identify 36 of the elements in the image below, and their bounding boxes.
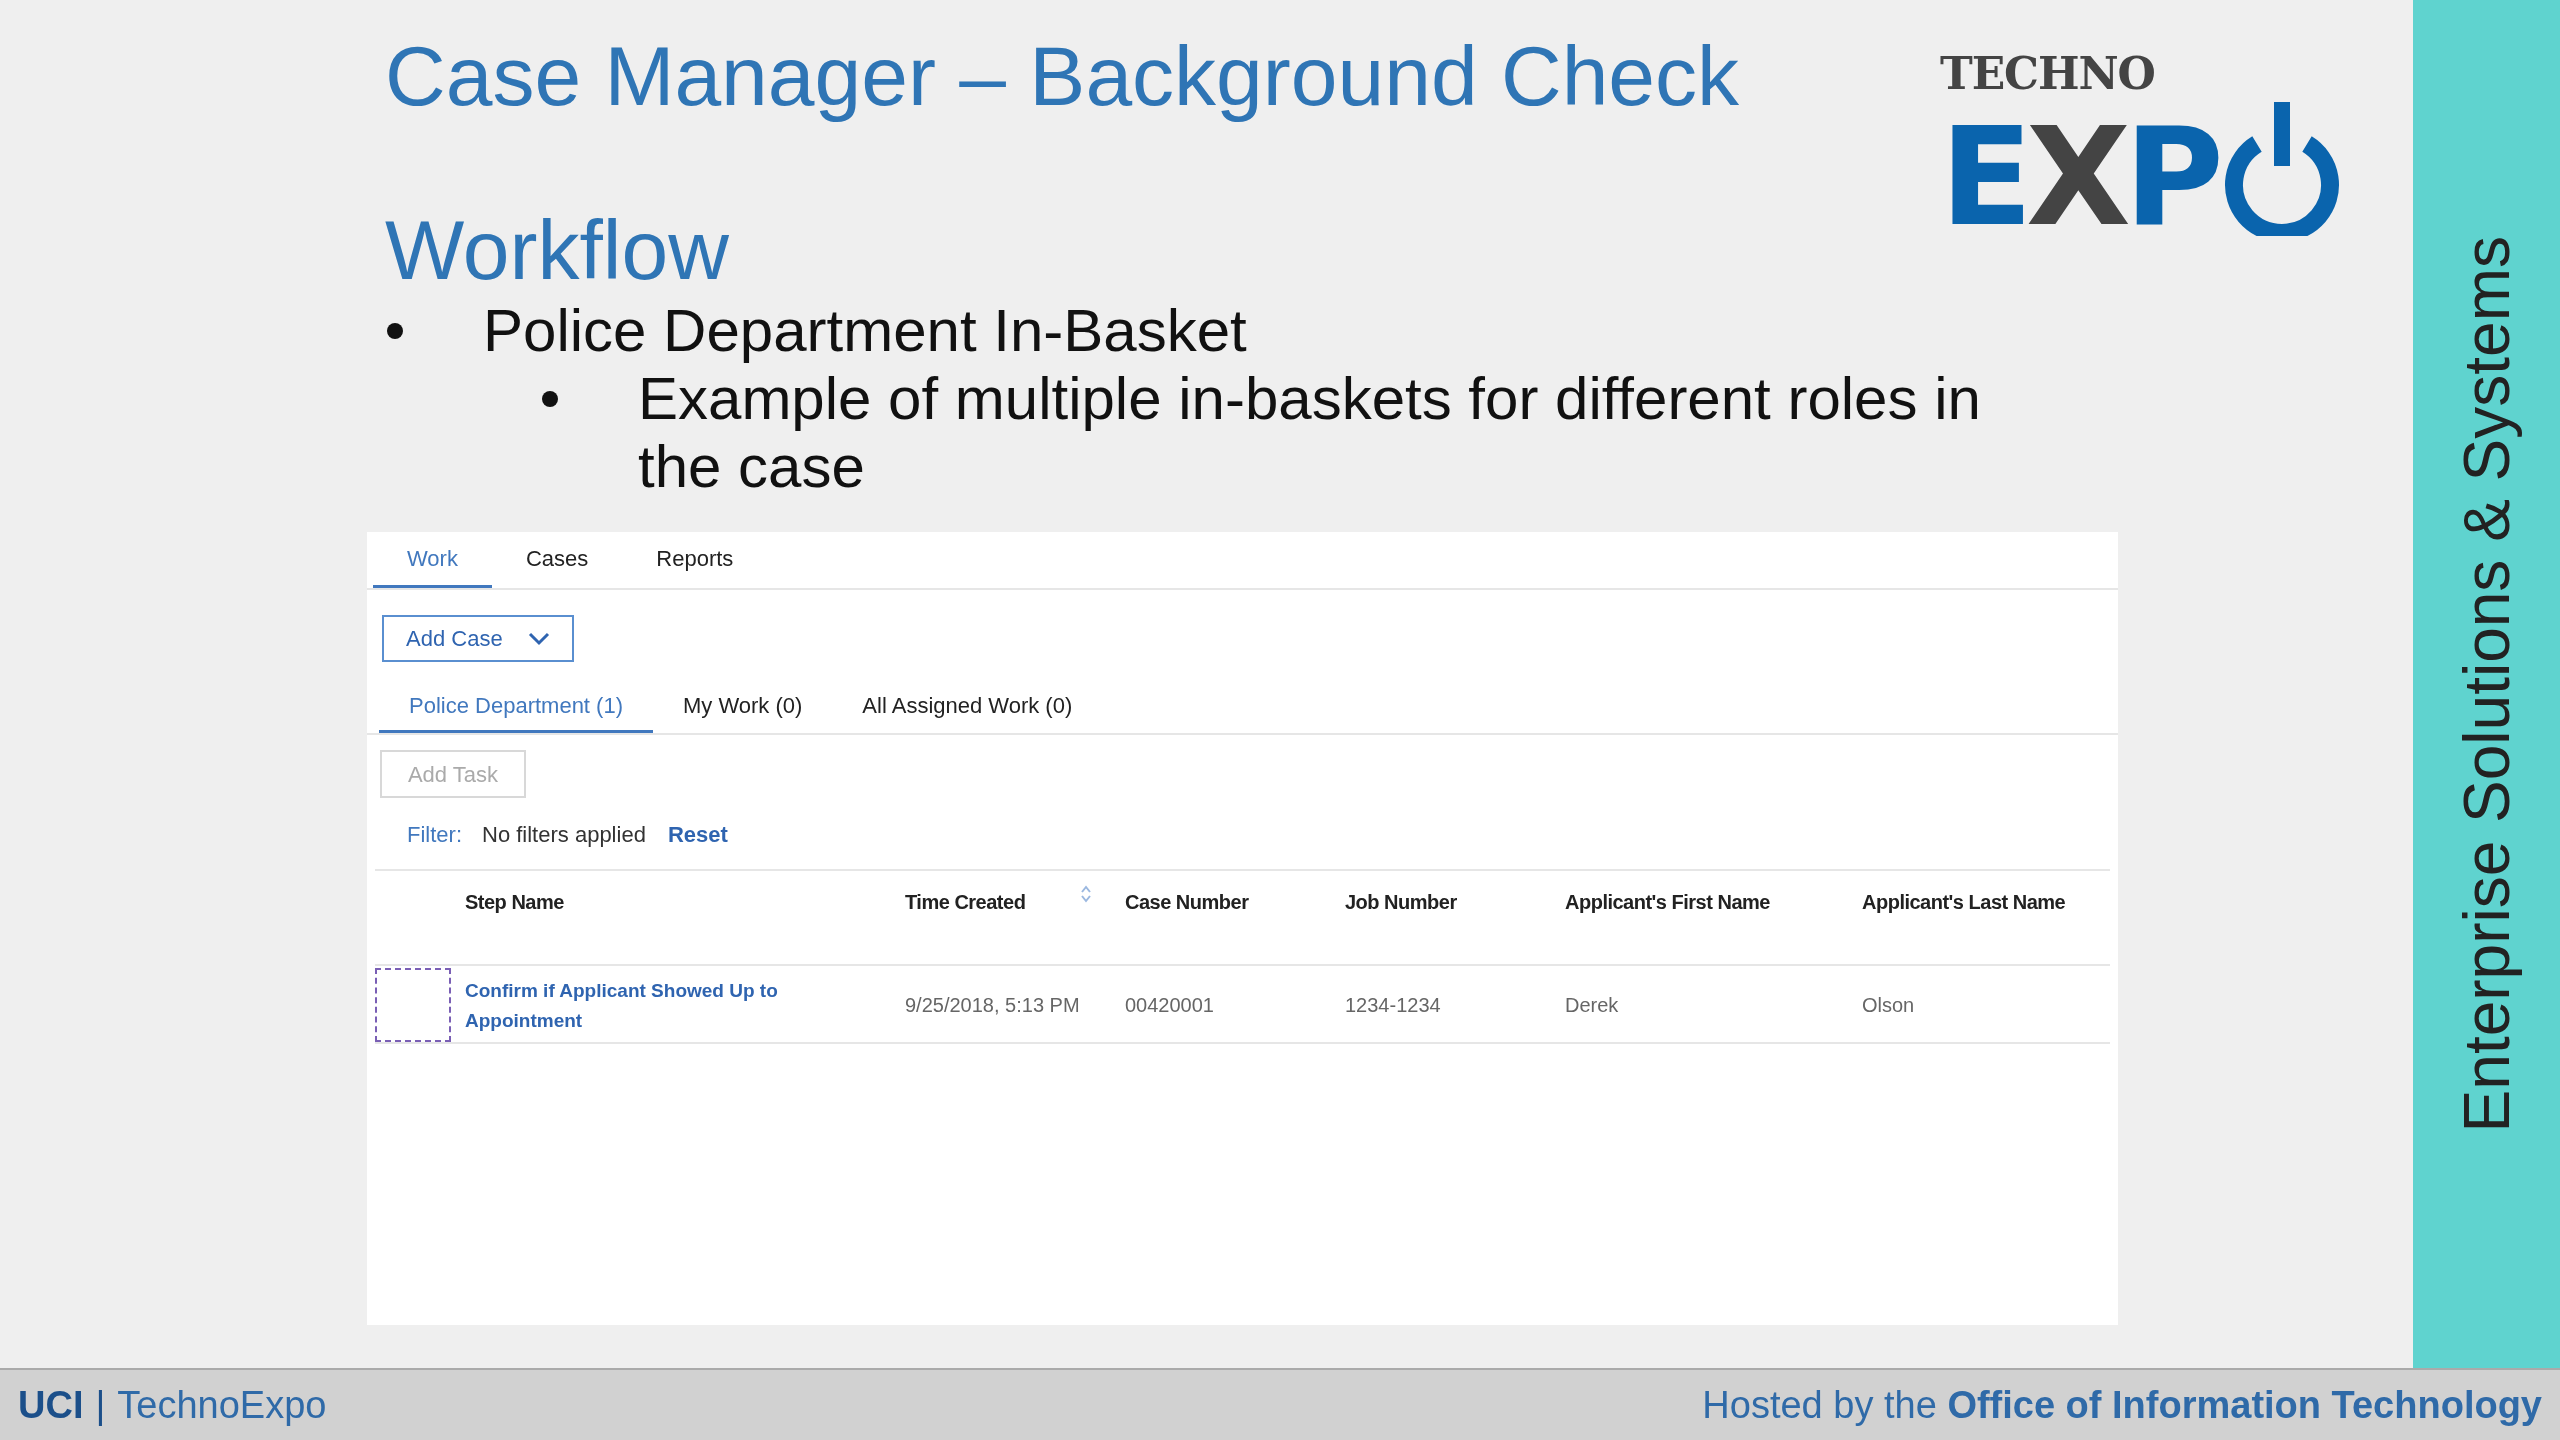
table-cell-text: Derek — [1565, 993, 1619, 1018]
tab[interactable]: Reports — [622, 532, 768, 588]
bullet-text: Police Department In-Basket — [483, 296, 1247, 365]
footer-separator: | — [95, 1382, 106, 1428]
slide-subtitle: Workflow — [385, 204, 729, 297]
table-cell-text: 00420001 — [1125, 993, 1214, 1018]
column-header[interactable]: Applicant's Last Name — [1862, 887, 2066, 917]
step-link[interactable]: Confirm if Applicant Showed Up to Appointment — [465, 976, 795, 1036]
tab[interactable]: Work — [373, 532, 492, 588]
side-label: Enterprise Solutions & Systems — [2449, 235, 2524, 1133]
column-header[interactable]: Step Name — [465, 887, 564, 917]
logo: TECHNO EXP — [1940, 52, 2344, 236]
reset-link[interactable]: Reset — [667, 818, 728, 851]
row-selector[interactable] — [375, 968, 451, 1042]
chevron-down-icon — [528, 631, 550, 646]
footer-credit: Hosted by the Office of Information Technology — [1702, 1382, 2542, 1428]
column-header[interactable]: Case Number — [1125, 887, 1249, 917]
tab[interactable]: All Assigned Work (0) — [832, 680, 1103, 733]
column-header[interactable]: Time Created — [905, 887, 1026, 917]
add-case-button[interactable]: Add Case — [382, 615, 574, 662]
table-cell-text: 9/25/2018, 5:13 PM — [905, 993, 1080, 1018]
bullet-icon — [542, 390, 558, 407]
footer-label: TechnoExpo — [117, 1382, 327, 1428]
tab[interactable]: Police Department (1) — [379, 680, 653, 733]
filter-label: Filter: — [407, 821, 462, 849]
slide-title: Case Manager – Background Check — [385, 30, 1740, 123]
tab[interactable]: Cases — [491, 532, 623, 588]
bullet-text: Example of multiple in-baskets for different roles in the case — [638, 364, 1982, 501]
tab[interactable]: My Work (0) — [653, 680, 833, 733]
filter-value: No filters applied — [482, 821, 646, 849]
footer-brand: UCI — [18, 1382, 84, 1428]
table-cell-text: 1234-1234 — [1345, 993, 1441, 1018]
column-header[interactable]: Job Number — [1345, 887, 1457, 917]
bullet-icon — [387, 322, 403, 339]
table-cell-text: Olson — [1862, 993, 1915, 1018]
column-header[interactable]: Applicant's First Name — [1565, 887, 1770, 917]
